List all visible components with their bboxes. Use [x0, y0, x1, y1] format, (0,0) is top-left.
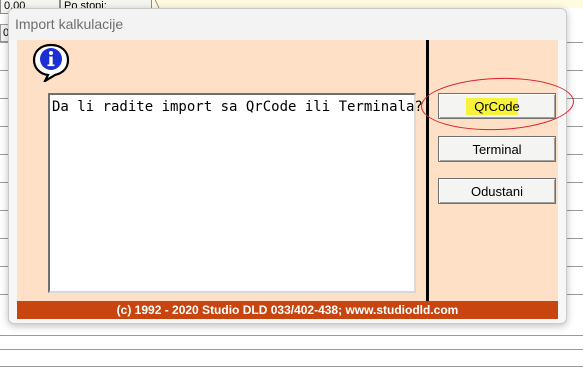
terminal-button[interactable]: Terminal: [438, 136, 556, 162]
import-dialog: Import kalkulacije Da li radite import s…: [8, 8, 575, 324]
background-gridline: [0, 349, 583, 350]
copyright-text: (c) 1992 - 2020 Studio DLD 033/402-438; …: [116, 303, 459, 317]
info-icon: [32, 43, 70, 82]
dialog-client-area: Da li radite import sa QrCode ili Termin…: [17, 40, 575, 319]
qrcode-button-label: QrCode: [474, 98, 520, 114]
dialog-titlebar[interactable]: Import kalkulacije: [9, 9, 566, 40]
copyright-footer: (c) 1992 - 2020 Studio DLD 033/402-438; …: [17, 301, 558, 319]
qrcode-button[interactable]: QrCode: [438, 93, 556, 119]
message-text: Da li radite import sa QrCode ili Termin…: [52, 99, 423, 115]
dialog-title: Import kalkulacije: [15, 16, 124, 32]
message-textbox[interactable]: Da li radite import sa QrCode ili Termin…: [48, 93, 423, 293]
background-gridline: [0, 335, 583, 336]
cancel-button[interactable]: Odustani: [438, 178, 556, 204]
background-gridline: [0, 366, 583, 367]
vertical-divider: [426, 40, 429, 301]
cancel-button-label: Odustani: [470, 183, 524, 199]
terminal-button-label: Terminal: [472, 141, 522, 157]
